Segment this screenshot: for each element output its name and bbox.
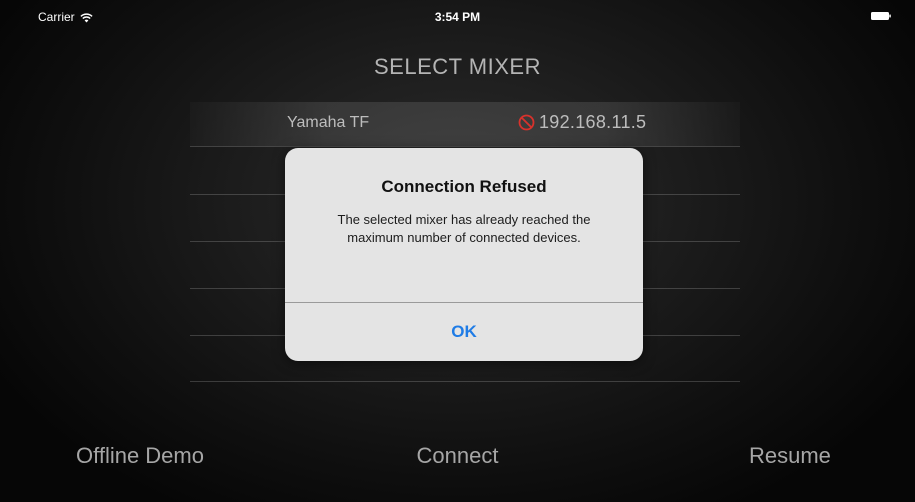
status-bar: Carrier 3:54 PM [0,0,915,30]
alert-title: Connection Refused [381,177,547,196]
blocked-icon [518,114,535,131]
ok-button[interactable]: OK [285,303,643,361]
mixer-address: 192.168.11.5 [518,112,646,133]
alert-message: The selected mixer has already reached t… [337,212,591,245]
mixer-row-yamaha-tf[interactable]: Yamaha TF 192.168.11.5 [190,102,740,146]
resume-button[interactable]: Resume [749,443,831,469]
list-divider [190,381,740,382]
mixer-name: Yamaha TF [287,114,370,131]
connection-refused-alert: Connection Refused The selected mixer ha… [285,148,643,361]
list-divider [190,146,740,147]
mixer-ip: 192.168.11.5 [539,112,647,132]
page-title: SELECT MIXER [374,54,541,79]
select-mixer-screen: Carrier 3:54 PM SELECT MIXER Yamaha TF 1… [0,0,915,502]
status-time: 3:54 PM [434,10,481,24]
battery-icon [871,12,891,20]
